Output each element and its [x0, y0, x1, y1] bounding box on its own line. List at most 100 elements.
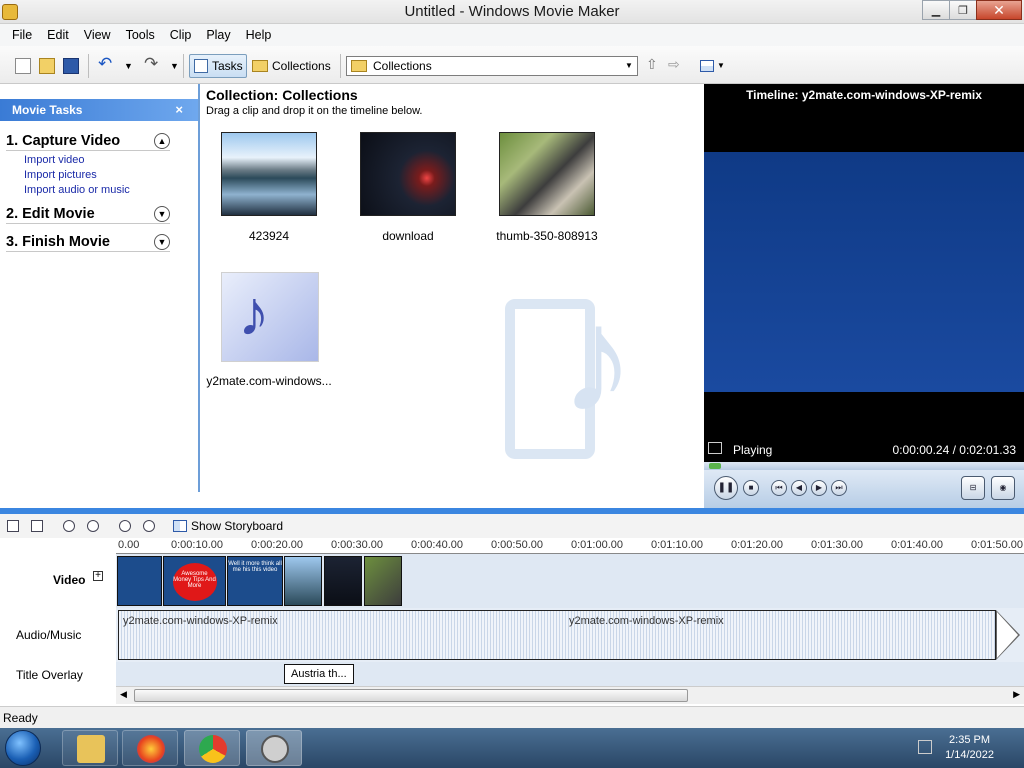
taskbar-chrome[interactable]: [184, 730, 240, 766]
play-timeline-icon[interactable]: [143, 520, 155, 532]
menu-clip[interactable]: Clip: [170, 28, 192, 42]
title-clip[interactable]: Austria th...: [284, 664, 354, 684]
section-edit-movie[interactable]: 2. Edit Movie ▼: [6, 206, 170, 224]
clip-thumbnail-download[interactable]: [360, 132, 456, 216]
ruler-tick: 0:00:10.00: [171, 539, 223, 551]
import-pictures-link[interactable]: Import pictures: [24, 169, 198, 181]
clip-thumbnail-thumb-350[interactable]: [499, 132, 595, 216]
import-video-link[interactable]: Import video: [24, 154, 198, 166]
clip-thumbnail-423924[interactable]: [221, 132, 317, 216]
menu-file[interactable]: File: [12, 28, 32, 42]
start-button[interactable]: [5, 730, 41, 766]
menu-view[interactable]: View: [84, 28, 111, 42]
video-clip[interactable]: [364, 556, 402, 606]
taskbar-firefox[interactable]: [122, 730, 178, 766]
views-icon[interactable]: [700, 60, 714, 72]
expand-video-track-icon[interactable]: +: [93, 571, 103, 581]
rewind-timeline-icon[interactable]: [119, 520, 131, 532]
views-dropdown-icon[interactable]: ▼: [717, 61, 733, 77]
split-clip-button[interactable]: ⊟: [961, 476, 985, 500]
audio-clip-continue-icon: [997, 612, 1018, 658]
zoom-in-icon[interactable]: [63, 520, 75, 532]
timeline-scrollbar[interactable]: ◀ ▶: [116, 686, 1024, 704]
taskbar-explorer[interactable]: [62, 730, 118, 766]
tasks-button[interactable]: Tasks: [189, 54, 247, 78]
new-collection-folder-icon[interactable]: ⇨: [668, 56, 684, 72]
chevron-up-icon[interactable]: ▲: [154, 133, 170, 149]
clip-caption: y2mate.com-windows...: [206, 374, 332, 388]
audio-clip[interactable]: y2mate.com-windows-XP-remix y2mate.com-w…: [118, 610, 996, 660]
network-icon[interactable]: [918, 740, 932, 754]
preview-video: [704, 152, 1024, 392]
rewind-button[interactable]: ◀: [791, 480, 807, 496]
fast-forward-button[interactable]: ▶: [811, 480, 827, 496]
undo-dropdown-icon[interactable]: ▼: [124, 61, 140, 77]
narrate-timeline-icon[interactable]: [31, 520, 43, 532]
previous-frame-button[interactable]: ⏮: [771, 480, 787, 496]
chevron-down-icon[interactable]: ▼: [154, 234, 170, 250]
scroll-left-icon[interactable]: ◀: [120, 689, 127, 700]
tasks-icon: [194, 59, 208, 73]
zoom-out-icon[interactable]: [87, 520, 99, 532]
timeline-ruler[interactable]: 0.00 0:00:10.00 0:00:20.00 0:00:30.00 0:…: [116, 538, 1024, 554]
tasks-button-label: Tasks: [212, 59, 243, 73]
up-one-level-icon[interactable]: ⇧: [646, 56, 662, 72]
clock-time: 2:35 PM: [949, 734, 991, 746]
video-clip[interactable]: [324, 556, 362, 606]
video-clip[interactable]: Well it more think all me his this video: [227, 556, 283, 606]
import-audio-link[interactable]: Import audio or music: [24, 184, 198, 196]
ruler-tick: 0:00:30.00: [331, 539, 383, 551]
close-icon[interactable]: ×: [175, 102, 183, 117]
maximize-button[interactable]: ❐: [949, 0, 977, 20]
pause-button[interactable]: ❚❚: [714, 476, 738, 500]
clip-caption: download: [382, 229, 434, 243]
audio-clip-thumbnail[interactable]: ♪: [221, 272, 319, 362]
show-storyboard-button[interactable]: Show Storyboard: [173, 519, 283, 533]
set-audio-levels-icon[interactable]: [7, 520, 19, 532]
chevron-down-icon[interactable]: ▼: [154, 206, 170, 222]
video-clip[interactable]: [284, 556, 322, 606]
video-clip[interactable]: Awesome Money Tips And More: [163, 556, 226, 606]
title-overlay-track[interactable]: Austria th...: [116, 662, 1024, 686]
seek-handle[interactable]: [709, 463, 721, 469]
redo-icon[interactable]: ↷: [144, 54, 160, 73]
video-track[interactable]: Awesome Money Tips And More Well it more…: [116, 554, 1024, 608]
menu-help[interactable]: Help: [246, 28, 272, 42]
fullscreen-icon[interactable]: [708, 442, 722, 454]
collection-select[interactable]: Collections ▼: [346, 56, 638, 76]
new-project-icon[interactable]: [15, 58, 31, 74]
open-project-icon[interactable]: [39, 58, 55, 74]
chevron-down-icon[interactable]: ▼: [623, 59, 635, 73]
timeline-toolbar: Show Storyboard: [0, 514, 1024, 538]
undo-icon[interactable]: ↶: [98, 54, 114, 73]
toolbar-separator: [340, 54, 341, 78]
menu-play[interactable]: Play: [206, 28, 230, 42]
clip-badge: Awesome Money Tips And More: [172, 563, 217, 601]
menu-edit[interactable]: Edit: [47, 28, 69, 42]
video-clip[interactable]: [117, 556, 162, 606]
scrollbar-thumb[interactable]: [134, 689, 688, 702]
save-project-icon[interactable]: [63, 58, 79, 74]
section-edit-movie-label: 2. Edit Movie: [6, 206, 95, 222]
seek-bar[interactable]: [704, 462, 1024, 470]
close-button[interactable]: ✕: [976, 0, 1022, 20]
next-frame-button[interactable]: ⏭: [831, 480, 847, 496]
movie-tasks-pane: Movie Tasks × 1. Capture Video ▲ Import …: [0, 84, 198, 508]
window-title: Untitled - Windows Movie Maker: [404, 3, 620, 20]
minimize-button[interactable]: ▁: [922, 0, 950, 20]
scroll-right-icon[interactable]: ▶: [1013, 689, 1020, 700]
timeline-row-labels: Video + Audio/Music Title Overlay: [0, 538, 116, 688]
section-finish-movie[interactable]: 3. Finish Movie ▼: [6, 234, 170, 252]
collection-select-value: Collections: [373, 59, 432, 73]
taskbar-movie-maker[interactable]: [246, 730, 302, 766]
taskbar-clock[interactable]: 2:35 PM 1/14/2022: [945, 733, 994, 763]
take-picture-button[interactable]: ◉: [991, 476, 1015, 500]
playback-time: 0:00:00.24 / 0:02:01.33: [892, 443, 1016, 457]
show-storyboard-label: Show Storyboard: [191, 519, 284, 533]
collections-button[interactable]: Collections: [252, 54, 331, 78]
playback-status: Playing: [733, 443, 773, 457]
menu-tools[interactable]: Tools: [126, 28, 155, 42]
collection-title: Collection: Collections: [206, 87, 358, 103]
section-capture-video[interactable]: 1. Capture Video ▲: [6, 133, 170, 151]
stop-button[interactable]: ■: [743, 480, 759, 496]
